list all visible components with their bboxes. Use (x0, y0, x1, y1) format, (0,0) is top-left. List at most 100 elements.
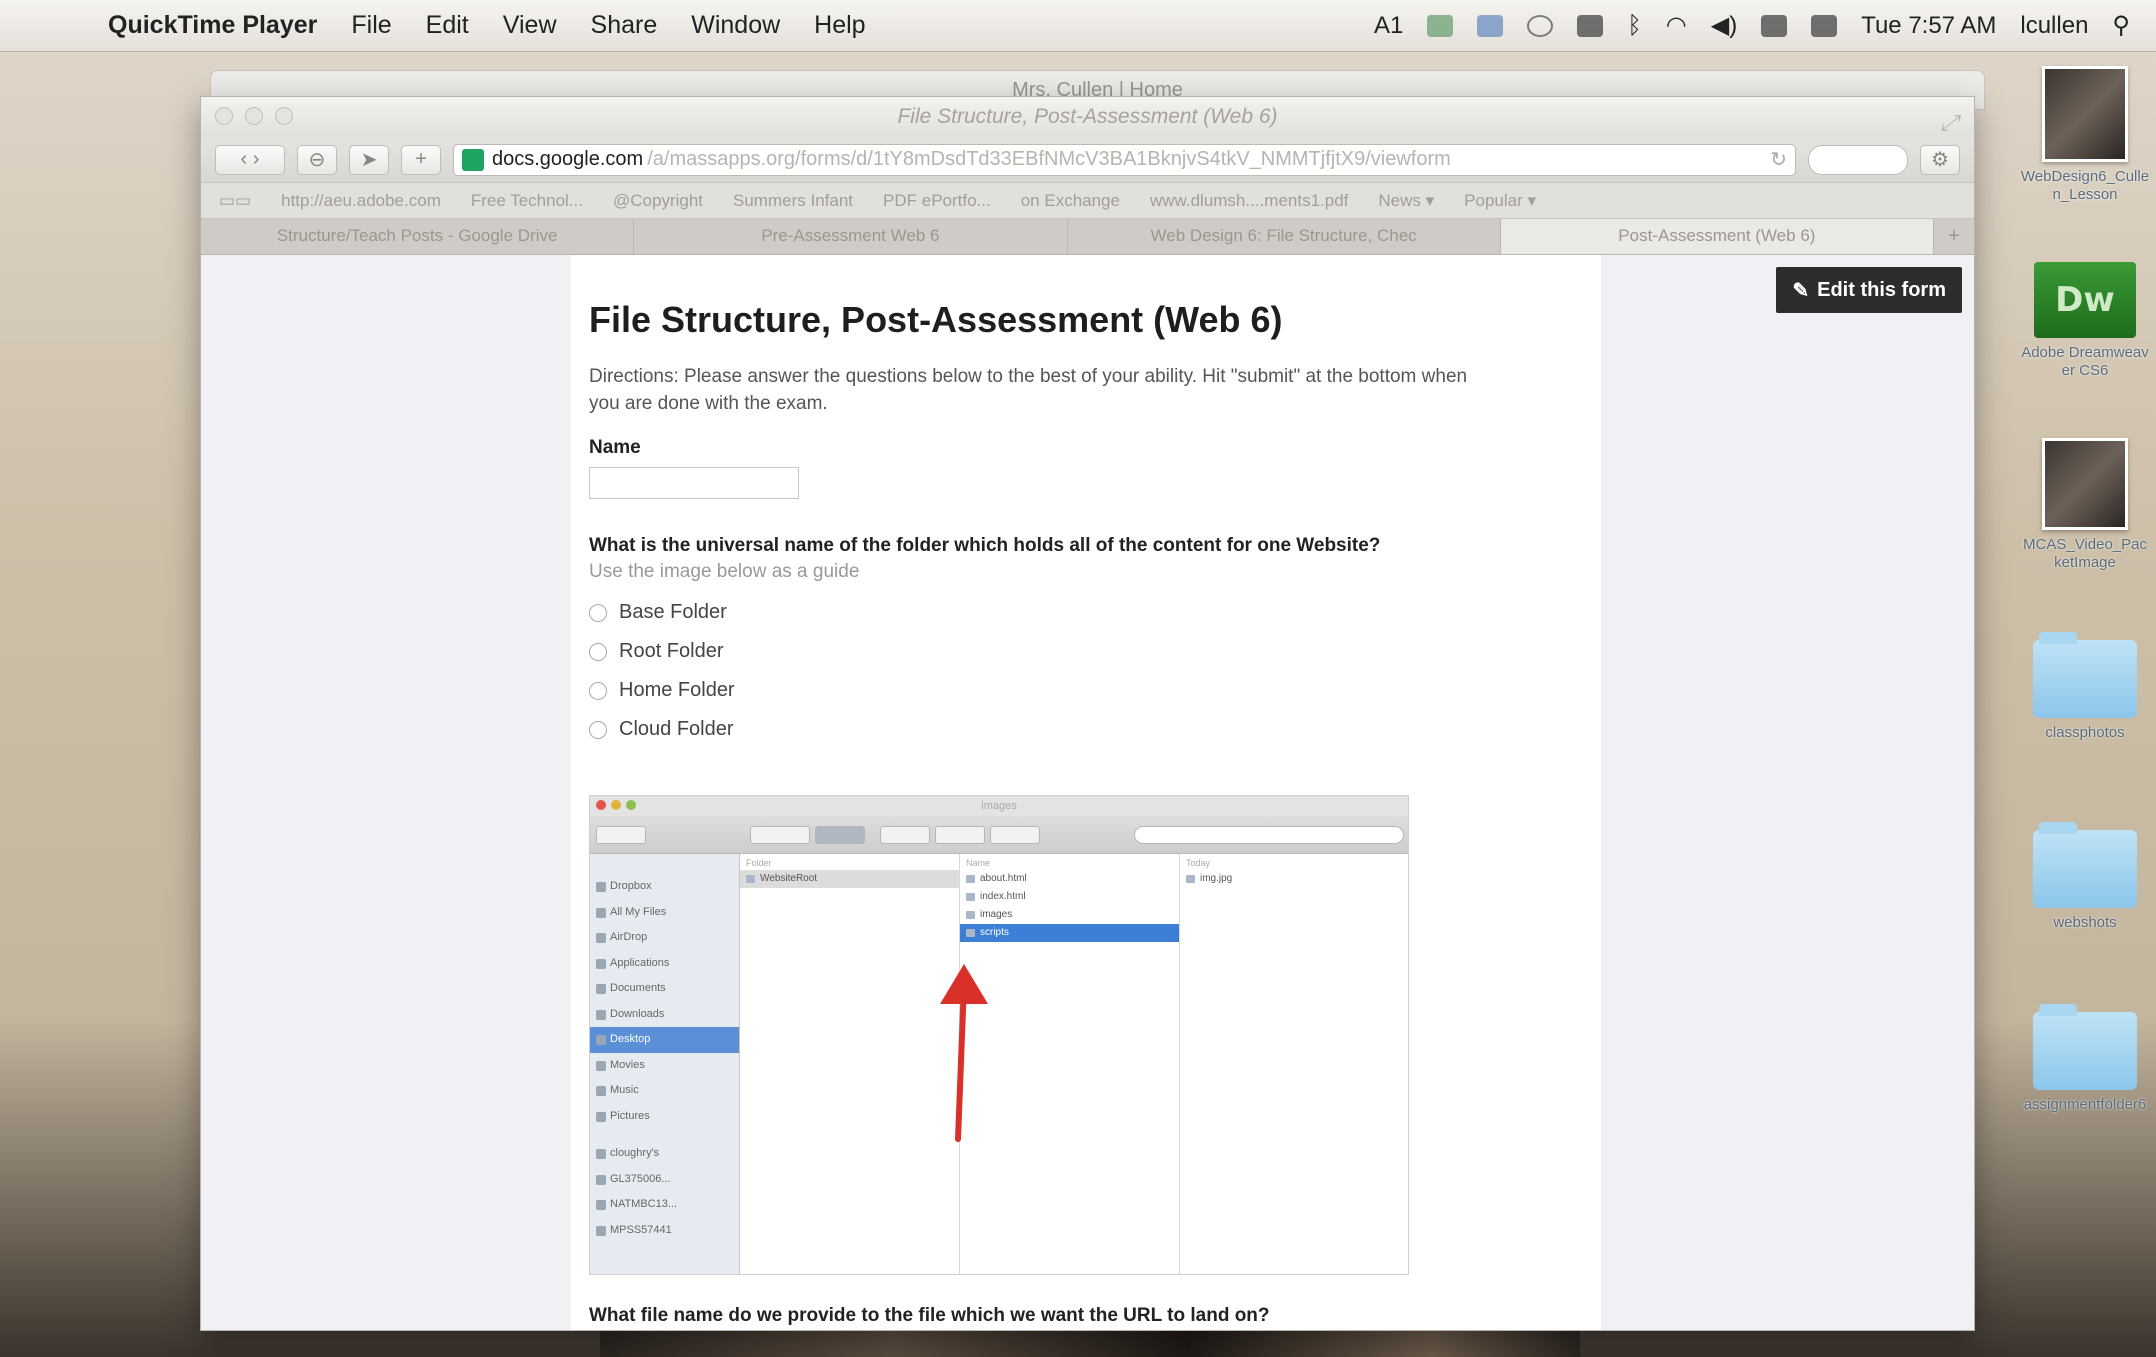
menu-view[interactable]: View (503, 11, 557, 40)
url-domain: docs.google.com (492, 148, 644, 170)
radio-button[interactable] (589, 720, 607, 739)
menu-file[interactable]: File (351, 11, 391, 40)
bookmark-item[interactable]: News ▾ (1378, 191, 1434, 211)
radio-button[interactable] (589, 681, 607, 700)
sidebar-item: Documents (590, 976, 739, 1002)
add-bookmark-icon[interactable]: + (401, 144, 441, 175)
sidebar-item: AirDrop (590, 925, 739, 951)
bookmark-item[interactable]: Popular ▾ (1464, 191, 1536, 211)
desktop-icon-folder[interactable]: assignmentfolder6 (2020, 1004, 2150, 1114)
finder-arrange-button (880, 826, 930, 844)
finder-column-view-button (815, 826, 865, 844)
clock[interactable]: Tue 7:57 AM (1861, 12, 1996, 40)
finder-body: Dropbox All My Files AirDrop Application… (590, 854, 1408, 1274)
time-machine-icon[interactable] (1527, 14, 1554, 37)
radio-button[interactable] (589, 642, 607, 661)
folder-icon (2033, 1004, 2137, 1090)
fullscreen-icon[interactable]: ⤢ (1940, 103, 1958, 143)
window-controls (215, 107, 293, 125)
desktop-icon-label: assignmentfolder6 (2023, 1096, 2147, 1113)
option-root-folder[interactable]: Root Folder (589, 632, 1583, 671)
desktop-icon-folder[interactable]: classphotos (2020, 632, 2150, 742)
edit-form-label: Edit this form (1817, 278, 1946, 301)
bookmark-item[interactable]: http://aeu.adobe.com (281, 191, 441, 211)
sidebar-item-selected: Desktop (590, 1027, 739, 1053)
finder-title: images (981, 800, 1017, 812)
menu-share[interactable]: Share (591, 11, 658, 40)
bookmark-item[interactable]: PDF ePortfo... (883, 191, 991, 211)
reload-icon[interactable]: ↻ (1770, 147, 1787, 172)
desktop-icon-dreamweaver[interactable]: Dw Adobe Dreamweaver CS6 (2020, 262, 2150, 380)
page-content: ✎ Edit this form File Structure, Post-As… (201, 255, 1974, 1330)
finder-search-field (1134, 826, 1404, 844)
option-base-folder[interactable]: Base Folder (589, 593, 1583, 632)
edit-form-button[interactable]: ✎ Edit this form (1776, 267, 1962, 313)
desktop-icon-packet[interactable]: MCAS_Video_PacketImage (2020, 438, 2150, 572)
finder-view-buttons (750, 826, 810, 844)
desktop-icon-folder[interactable]: webshots (2020, 822, 2150, 932)
menu-window[interactable]: Window (691, 11, 780, 40)
reading-list-icon[interactable]: ▭▭ (219, 191, 251, 211)
option-home-folder[interactable]: Home Folder (589, 671, 1583, 710)
menu-help[interactable]: Help (814, 11, 865, 40)
question-1-title: What is the universal name of the folder… (589, 535, 1381, 556)
battery-icon[interactable] (1761, 14, 1788, 37)
tab-post-assessment[interactable]: Post-Assessment (Web 6) (1500, 219, 1934, 254)
close-button[interactable] (215, 107, 233, 125)
input-menu-icon[interactable] (1811, 14, 1838, 37)
screen-mirroring-icon[interactable] (1577, 14, 1604, 37)
sync-icon[interactable] (1427, 14, 1454, 37)
form-description: Directions: Please answer the questions … (589, 366, 1468, 414)
bookmark-item[interactable]: @Copyright (613, 191, 703, 211)
browser-titlebar[interactable]: File Structure, Post-Assessment (Web 6) … (201, 97, 1974, 137)
desktop-icon-label: classphotos (2045, 724, 2125, 741)
desktop-icon-label: webshots (2053, 914, 2117, 931)
zoom-button[interactable] (275, 107, 293, 125)
pointer-icon[interactable]: ➤ (349, 144, 389, 175)
user-menu[interactable]: lcullen (2020, 12, 2088, 40)
bookmark-item[interactable]: Free Technol... (471, 191, 583, 211)
display-icon[interactable] (1477, 14, 1504, 37)
option-cloud-folder[interactable]: Cloud Folder (589, 710, 1583, 749)
sidebar-item: All My Files (590, 900, 739, 926)
back-forward-buttons[interactable]: ‹ › (215, 144, 285, 175)
radio-button[interactable] (589, 603, 607, 622)
search-field[interactable] (1808, 144, 1908, 175)
zoom-dot-icon (626, 800, 636, 810)
new-tab-button[interactable]: + (1934, 219, 1974, 254)
settings-gear-icon[interactable]: ⚙ (1920, 144, 1960, 175)
finder-column-1: Folder WebsiteRoot (740, 854, 988, 1274)
history-icon[interactable]: ⊖ (297, 144, 337, 175)
bookmark-item[interactable]: on Exchange (1021, 191, 1120, 211)
column-header: Today (1186, 858, 1211, 868)
column-header: Folder (746, 858, 772, 868)
image-thumbnail-icon (2042, 438, 2128, 530)
volume-icon[interactable]: ◀) (1711, 11, 1737, 40)
tab-pre-assessment[interactable]: Pre-Assessment Web 6 (634, 219, 1068, 254)
name-input[interactable] (589, 467, 799, 499)
spotlight-icon[interactable]: ⚲ (2112, 11, 2130, 40)
menu-bar: QuickTime Player File Edit View Share Wi… (0, 0, 2156, 52)
bookmarks-bar: ▭▭ http://aeu.adobe.com Free Technol... … (201, 183, 1974, 219)
wifi-icon[interactable]: ◠ (1666, 11, 1687, 40)
desktop-icon-video[interactable]: WebDesign6_Cullen_Lesson (2020, 66, 2150, 204)
tab-web-design[interactable]: Web Design 6: File Structure, Chec (1068, 219, 1501, 254)
app-menu[interactable]: QuickTime Player (108, 11, 317, 40)
finder-titlebar: images (590, 796, 1408, 816)
address-bar[interactable]: docs.google.com /a/massapps.org/forms/d/… (453, 143, 1796, 176)
column-header: Name (966, 858, 991, 868)
bookmark-item[interactable]: Summers Infant (733, 191, 853, 211)
tab-google-drive[interactable]: Structure/Teach Posts - Google Drive (201, 219, 635, 254)
option-label: Root Folder (619, 640, 724, 662)
adobe-icon[interactable]: A1 (1374, 12, 1403, 40)
menu-edit[interactable]: Edit (426, 11, 469, 40)
bluetooth-icon[interactable]: ᛒ (1627, 12, 1641, 40)
desktop-icon-label: Adobe Dreamweaver CS6 (2021, 344, 2149, 379)
bookmark-item[interactable]: www.dlumsh....ments1.pdf (1150, 191, 1348, 211)
minimize-button[interactable] (245, 107, 263, 125)
finder-column-3: Today img.jpg (1180, 854, 1408, 1274)
google-forms-favicon-icon (462, 148, 484, 171)
file-row: index.html (960, 888, 1179, 906)
file-row-selected: scripts (960, 924, 1179, 942)
sidebar-item: Applications (590, 951, 739, 977)
